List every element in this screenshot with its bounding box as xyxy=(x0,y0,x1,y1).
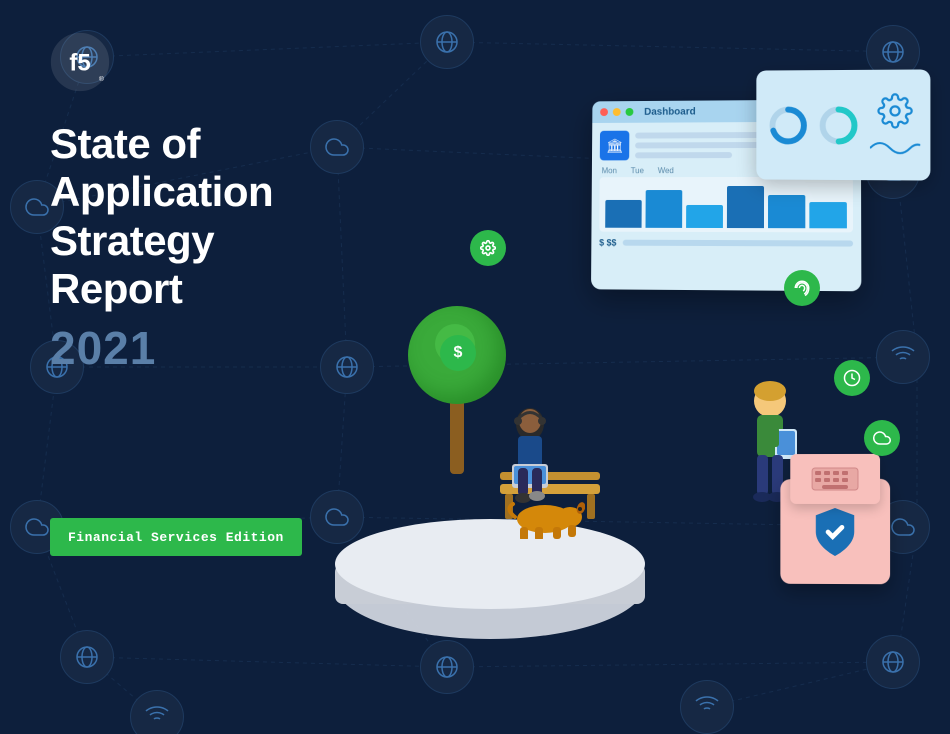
bar-1 xyxy=(605,200,642,228)
node-globe-right-5 xyxy=(866,635,920,689)
green-node-gear xyxy=(470,230,506,266)
donut-2 xyxy=(816,102,861,147)
donut-charts xyxy=(766,102,861,147)
x-label-mon: Mon xyxy=(602,166,617,175)
x-label-tue: Tue xyxy=(631,166,644,175)
green-node-dollar: $ xyxy=(440,335,476,371)
node-signal-bottom-right xyxy=(680,680,734,734)
report-title: State of Application Strategy Report xyxy=(50,120,370,313)
donut-1 xyxy=(766,103,810,148)
wave-chart xyxy=(870,133,920,158)
cover-page: f5 ® State of Application Strategy Repor… xyxy=(0,0,950,734)
bar-5 xyxy=(768,195,805,228)
report-year: 2021 xyxy=(50,321,370,375)
ticker-label: $ $$ xyxy=(599,238,616,248)
keyboard-icon xyxy=(810,464,860,494)
bar-3 xyxy=(686,204,723,228)
dot-green xyxy=(626,108,634,116)
node-globe-mid-5 xyxy=(420,640,474,694)
keyboard-panel xyxy=(790,454,880,504)
gear-area xyxy=(870,92,920,158)
edition-badge: Financial Services Edition xyxy=(50,518,302,556)
bar-chart xyxy=(599,177,853,233)
gear-icon xyxy=(877,92,913,128)
bar-2 xyxy=(646,190,683,227)
panel-secondary-top xyxy=(756,69,930,180)
bar-6 xyxy=(809,202,847,228)
dog xyxy=(505,489,585,539)
dollar-symbol: $ xyxy=(454,344,463,362)
node-signal-bottom-left xyxy=(130,690,184,734)
green-node-clock xyxy=(834,360,870,396)
ticker-bar xyxy=(622,240,853,247)
bar-4 xyxy=(727,186,764,228)
dash-line-3 xyxy=(635,152,732,158)
node-signal-right-3 xyxy=(876,330,930,384)
x-label-wed: Wed xyxy=(658,166,674,175)
node-globe-top-mid xyxy=(420,15,474,69)
svg-text:f5: f5 xyxy=(69,50,90,77)
panel-label: Dashboard xyxy=(644,106,696,117)
node-globe-left-5 xyxy=(60,630,114,684)
svg-text:®: ® xyxy=(99,75,104,83)
f5-logo: f5 ® xyxy=(50,32,110,92)
edition-badge-text: Financial Services Edition xyxy=(68,530,284,545)
price-ticker: $ $$ xyxy=(599,238,853,249)
green-node-cloud-right xyxy=(864,420,900,456)
shield-check-icon xyxy=(807,503,863,559)
dot-yellow xyxy=(613,108,621,116)
dot-red xyxy=(600,108,608,116)
title-block: State of Application Strategy Report 202… xyxy=(50,120,370,375)
green-node-fingerprint xyxy=(784,270,820,306)
dash-icon: 🏛 xyxy=(600,131,630,161)
